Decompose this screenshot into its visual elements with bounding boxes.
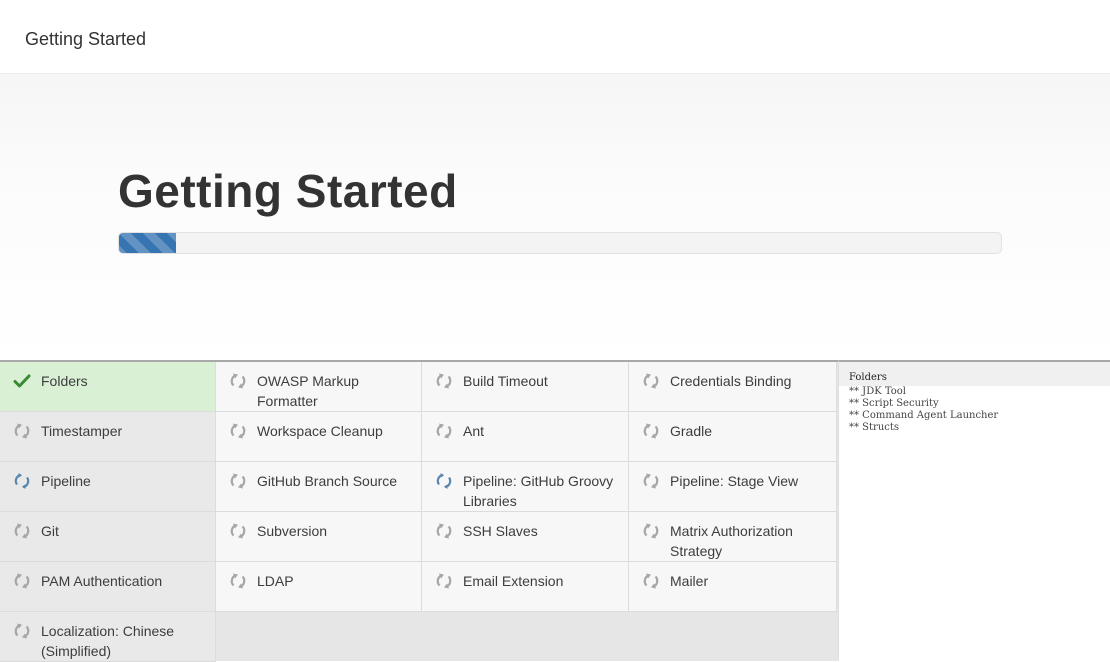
plugin-label: Build Timeout [463,373,548,389]
refresh-icon [642,572,660,590]
log-title: Folders [839,362,1110,386]
plugin-item: Folders [0,362,216,412]
install-log-panel: Folders ** JDK Tool ** Script Security ** … [838,360,1110,661]
log-line: ** Script Security [849,398,939,409]
plugin-label: Pipeline: Stage View [670,473,799,489]
plugin-item: Ant [422,412,629,462]
plugin-item: Gradle [629,412,837,462]
progress-fill [119,233,177,253]
plugin-label: Pipeline [41,473,91,489]
plugin-label: PAM Authentication [41,573,163,589]
plugin-item: Matrix Authorization Strategy [629,512,837,562]
plugin-label: Gradle [670,423,713,439]
plugin-label: GitHub Branch Source [257,473,398,489]
log-lines: ** JDK Tool ** Script Security ** Command … [839,386,1110,434]
plugin-label: Workspace Cleanup [257,423,383,439]
refresh-icon [642,372,660,390]
page-title: Getting Started [118,165,458,217]
plugin-item: Credentials Binding [629,362,837,412]
refresh-icon [435,372,453,390]
plugin-label: Mailer [670,573,709,589]
plugin-item: PAM Authentication [0,562,216,612]
plugin-label: Credentials Binding [670,373,792,389]
refresh-icon [642,472,660,490]
refresh-icon [435,522,453,540]
refresh-icon [13,622,31,640]
refresh-icon [642,522,660,540]
plugin-item: Pipeline: Stage View [629,462,837,512]
plugin-item: Pipeline [0,462,216,512]
plugin-grid-area: Folders OWASP Markup Formatter Build Timeo… [0,360,838,662]
hero-section: Getting Started [0,74,1110,360]
top-bar: Getting Started [0,0,1110,74]
refresh-icon [435,572,453,590]
header-title: Getting Started [25,29,147,49]
refresh-icon [229,572,247,590]
plugin-item: Git [0,512,216,562]
plugin-label: Ant [463,423,485,439]
plugin-item: OWASP Markup Formatter [216,362,422,412]
refresh-icon [642,422,660,440]
sync-arrows-icon [435,472,453,490]
plugin-label: Folders [41,373,88,389]
refresh-icon [13,572,31,590]
refresh-icon [229,472,247,490]
plugin-item: Localization: Chinese (Simplified) [0,612,216,662]
plugin-item: GitHub Branch Source [216,462,422,512]
plugin-item: Email Extension [422,562,629,612]
plugin-label: Matrix Authorization Strategy [670,523,793,559]
log-line: ** Command Agent Launcher [849,410,999,421]
plugin-item: Mailer [629,562,837,612]
refresh-icon [229,422,247,440]
plugin-label: LDAP [257,573,294,589]
plugin-item: Timestamper [0,412,216,462]
plugin-item: Subversion [216,512,422,562]
refresh-icon [229,522,247,540]
log-line: ** JDK Tool [849,386,906,397]
plugin-label: Subversion [257,523,328,539]
refresh-icon [229,372,247,390]
install-progress-bar [118,232,1002,254]
plugin-label: Email Extension [463,573,564,589]
refresh-icon [435,422,453,440]
plugin-item: Pipeline: GitHub Groovy Libraries [422,462,629,512]
plugin-label: Git [41,523,59,539]
sync-arrows-icon [13,472,31,490]
refresh-icon [13,522,31,540]
plugin-label: SSH Slaves [463,523,538,539]
plugin-label: Timestamper [41,423,123,439]
plugin-grid: Folders OWASP Markup Formatter Build Timeo… [0,362,838,662]
checkmark-icon [13,372,31,390]
plugin-label: Localization: Chinese (Simplified) [41,623,175,659]
plugin-item: LDAP [216,562,422,612]
plugin-item: Workspace Cleanup [216,412,422,462]
plugin-item: Build Timeout [422,362,629,412]
plugin-label: Pipeline: GitHub Groovy Libraries [463,473,614,509]
refresh-icon [13,422,31,440]
plugin-label: OWASP Markup Formatter [257,373,359,409]
plugin-item: SSH Slaves [422,512,629,562]
log-line: ** Structs [849,422,900,433]
